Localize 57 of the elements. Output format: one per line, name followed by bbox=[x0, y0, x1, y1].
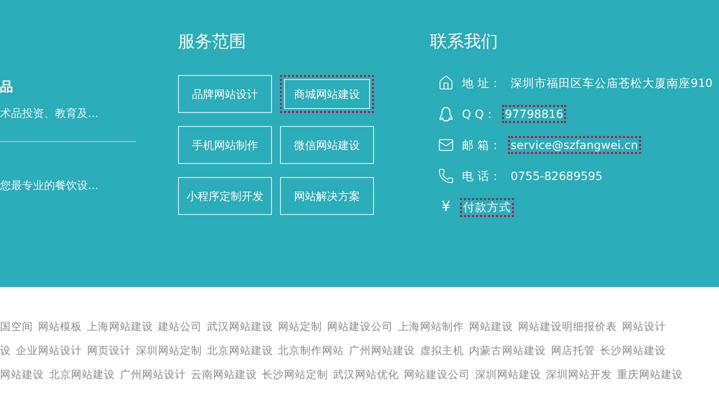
footer-link[interactable]: 北京网站建设 bbox=[49, 368, 115, 382]
contact-label: 电 话： bbox=[462, 168, 502, 184]
footer-link[interactable]: 网站建设 bbox=[469, 320, 513, 334]
contact-value: 0755-82689595 bbox=[510, 169, 604, 183]
footer-link[interactable]: 网站建设 bbox=[0, 368, 44, 382]
home-icon bbox=[438, 75, 454, 91]
footer-link[interactable]: 深圳网站开发 bbox=[546, 368, 612, 382]
footer-link[interactable]: 上海网站制作 bbox=[398, 320, 464, 334]
service-button[interactable]: 微信网站建设 bbox=[280, 126, 374, 164]
footer-link[interactable]: 武汉网站优化 bbox=[333, 368, 399, 382]
contact-value: 97798816 bbox=[504, 107, 564, 121]
footer-link[interactable]: 网站模板 bbox=[38, 320, 82, 334]
contact-label: 邮 箱： bbox=[462, 138, 502, 152]
footer-link[interactable]: 长沙网站建设 bbox=[600, 344, 666, 358]
section-title: 服务范围 bbox=[178, 31, 247, 53]
phone-icon bbox=[438, 168, 454, 184]
footer-link[interactable]: 云南网站建设 bbox=[191, 368, 257, 382]
footer-link[interactable]: 虚拟主机 bbox=[420, 344, 464, 358]
contact-value: service@szfangwei.cn bbox=[510, 138, 640, 152]
footer-link[interactable]: 内蒙古网站建设 bbox=[469, 344, 546, 358]
footer-link[interactable]: 网页设计 bbox=[87, 344, 131, 358]
footer-link[interactable]: 企业网站设计 bbox=[16, 344, 82, 358]
footer-link[interactable]: 长沙网站定制 bbox=[262, 368, 328, 382]
footer-link[interactable]: 网站定制 bbox=[278, 320, 322, 334]
footer-link[interactable]: 设 bbox=[0, 344, 11, 358]
service-button[interactable]: 网站解决方案 bbox=[280, 177, 374, 215]
yen-icon: ¥ bbox=[438, 199, 454, 215]
footer-link[interactable]: 上海网站建设 bbox=[87, 320, 153, 334]
footer-link[interactable]: 广州网站建设 bbox=[349, 344, 415, 358]
footer-link[interactable]: 网站建设公司 bbox=[404, 368, 470, 382]
footer-link[interactable]: 广州网站设计 bbox=[120, 368, 186, 382]
footer-link[interactable]: 国空间 bbox=[0, 320, 33, 334]
footer-link[interactable]: 深圳网站建设 bbox=[475, 368, 541, 382]
footer-link[interactable]: 北京网站建设 bbox=[207, 344, 273, 358]
penguin-icon bbox=[438, 106, 454, 122]
footer-link[interactable]: 深圳网站定制 bbox=[136, 344, 202, 358]
mail-icon bbox=[438, 137, 454, 153]
contact-value: 深圳市福田区车公庙苍松大厦南座910 bbox=[510, 76, 714, 90]
contact-label: Q Q： bbox=[462, 106, 496, 122]
footer-link[interactable]: 重庆网站建设 bbox=[617, 368, 683, 382]
section-title: 品 bbox=[0, 79, 14, 96]
section-title: 联系我们 bbox=[430, 31, 499, 53]
footer-link[interactable]: 建站公司 bbox=[158, 320, 202, 334]
service-button[interactable]: 品牌网站设计 bbox=[178, 75, 272, 113]
contact-label: 地 址： bbox=[462, 76, 502, 90]
footer-link[interactable]: 网站建设明细报价表 bbox=[518, 320, 617, 334]
service-button[interactable]: 手机网站制作 bbox=[178, 126, 272, 164]
footer-link[interactable]: 网店托管 bbox=[551, 344, 595, 358]
service-button[interactable]: 小程序定制开发 bbox=[178, 177, 272, 215]
contact-value[interactable]: 付款方式 bbox=[462, 200, 512, 214]
footer-link[interactable]: 网站建设公司 bbox=[327, 320, 393, 334]
news-item[interactable]: 术品投资、教育及... bbox=[0, 106, 136, 121]
service-button[interactable]: 商城网站建设 bbox=[280, 75, 374, 113]
footer-link[interactable]: 武汉网站建设 bbox=[207, 320, 273, 334]
footer-link[interactable]: 北京制作网站 bbox=[278, 344, 344, 358]
news-item[interactable]: 您最专业的餐饮设... bbox=[0, 178, 136, 193]
footer-link[interactable]: 网站设计 bbox=[622, 320, 666, 334]
